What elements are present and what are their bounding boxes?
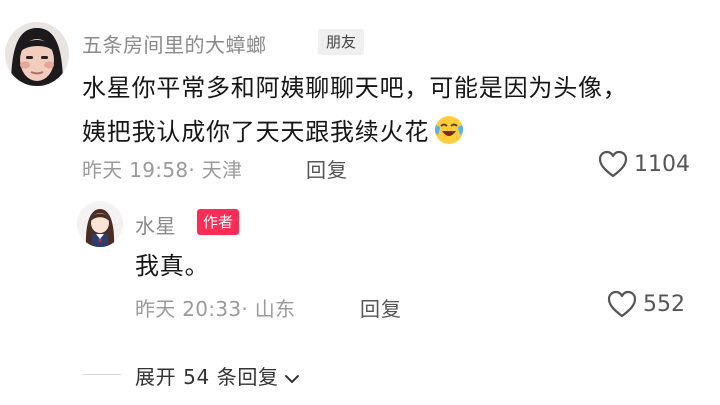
comment-location: · 天津: [188, 158, 243, 182]
reply-to-reply-button[interactable]: 回复: [360, 293, 402, 322]
commenter-avatar[interactable]: [5, 22, 69, 86]
reply-text: 我真。: [135, 252, 210, 280]
laughing-crying-emoji-icon: [433, 114, 465, 160]
expand-divider: [83, 374, 121, 375]
comment-meta: 昨天 19:58· 天津: [82, 154, 242, 183]
comment-thread: 五条房间里的大蟑螂 朋友 水星你平常多和阿姨聊聊天吧，可能是因为头像， 姨把我认…: [0, 0, 720, 405]
heart-icon: [607, 290, 637, 318]
comment-text-line: 水星你平常多和阿姨聊聊天吧，可能是因为头像，: [82, 74, 628, 102]
reply-like-button[interactable]: 552: [607, 290, 685, 318]
reply-location: · 山东: [241, 297, 296, 321]
expand-replies-label: 展开 54 条回复: [135, 365, 279, 389]
reply-meta: 昨天 20:33· 山东: [135, 293, 295, 322]
comment-time: 昨天 19:58: [82, 158, 189, 182]
commenter-username[interactable]: 五条房间里的大蟑螂: [82, 29, 267, 58]
chevron-down-icon: [283, 370, 301, 383]
comment-text-line-content: 姨把我认成你了天天跟我续火花: [82, 118, 430, 146]
expand-replies-button[interactable]: 展开 54 条回复: [135, 361, 301, 390]
heart-icon: [598, 150, 628, 178]
reply-time: 昨天 20:33: [135, 297, 242, 321]
reply-button[interactable]: 回复: [306, 154, 348, 183]
comment-text-line: 姨把我认成你了天天跟我续火花: [82, 110, 628, 160]
reply-like-count: 552: [643, 291, 685, 317]
author-avatar[interactable]: [77, 201, 123, 247]
author-badge: 作者: [197, 209, 240, 235]
like-count: 1104: [634, 151, 690, 177]
author-username[interactable]: 水星: [135, 210, 176, 239]
friend-badge: 朋友: [318, 29, 365, 55]
like-button[interactable]: 1104: [598, 150, 690, 178]
comment-text: 水星你平常多和阿姨聊聊天吧，可能是因为头像， 姨把我认成你了天天跟我续火花: [82, 66, 628, 160]
